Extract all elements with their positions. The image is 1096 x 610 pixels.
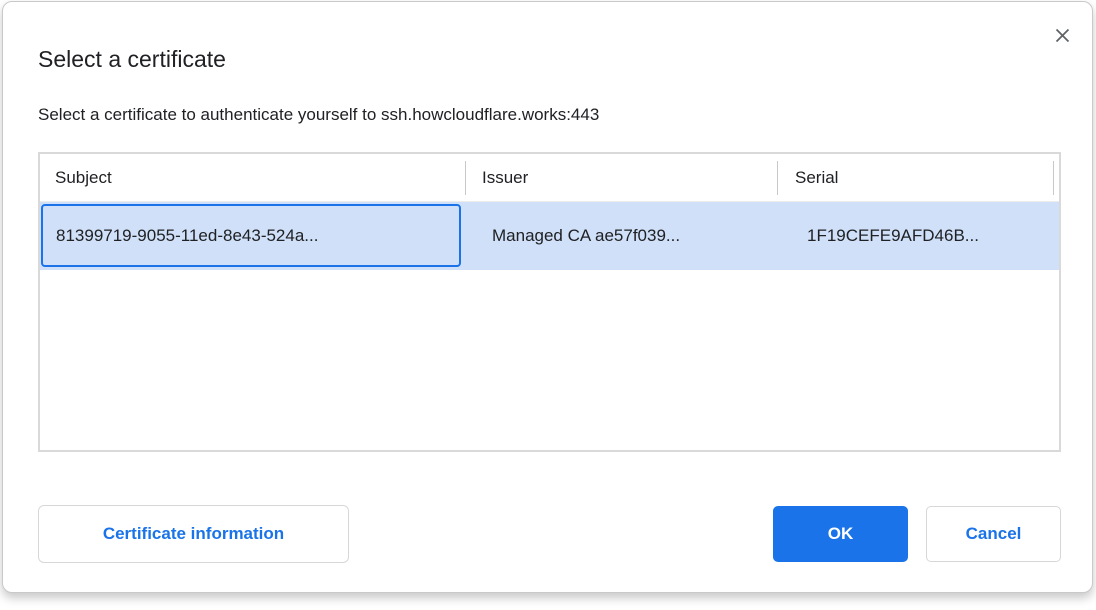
certificate-information-button[interactable]: Certificate information xyxy=(38,505,349,563)
screen: Select a certificate Select a certificat… xyxy=(0,0,1096,610)
close-icon xyxy=(1053,26,1072,45)
certificate-row-selected[interactable]: 81399719-9055-11ed-8e43-524a... Managed … xyxy=(40,202,1059,270)
certificate-select-dialog: Select a certificate Select a certificat… xyxy=(2,1,1093,593)
column-divider xyxy=(465,161,466,195)
ok-button[interactable]: OK xyxy=(773,506,908,562)
subject-cell-focus-ring[interactable]: 81399719-9055-11ed-8e43-524a... xyxy=(41,204,461,267)
dialog-title: Select a certificate xyxy=(38,46,226,73)
cell-subject: 81399719-9055-11ed-8e43-524a... xyxy=(56,206,318,265)
close-button[interactable] xyxy=(1049,22,1075,48)
column-header-subject[interactable]: Subject xyxy=(55,154,112,202)
column-divider xyxy=(777,161,778,195)
table-header: Subject Issuer Serial xyxy=(40,154,1059,202)
cancel-button[interactable]: Cancel xyxy=(926,506,1061,562)
column-header-serial[interactable]: Serial xyxy=(795,154,838,202)
cell-serial: 1F19CEFE9AFD46B... xyxy=(807,202,979,270)
dialog-subtitle: Select a certificate to authenticate you… xyxy=(38,105,599,125)
certificate-table: Subject Issuer Serial 81399719-9055-11ed… xyxy=(38,152,1061,452)
column-header-issuer[interactable]: Issuer xyxy=(482,154,528,202)
cell-issuer: Managed CA ae57f039... xyxy=(492,202,680,270)
column-divider xyxy=(1053,161,1054,195)
